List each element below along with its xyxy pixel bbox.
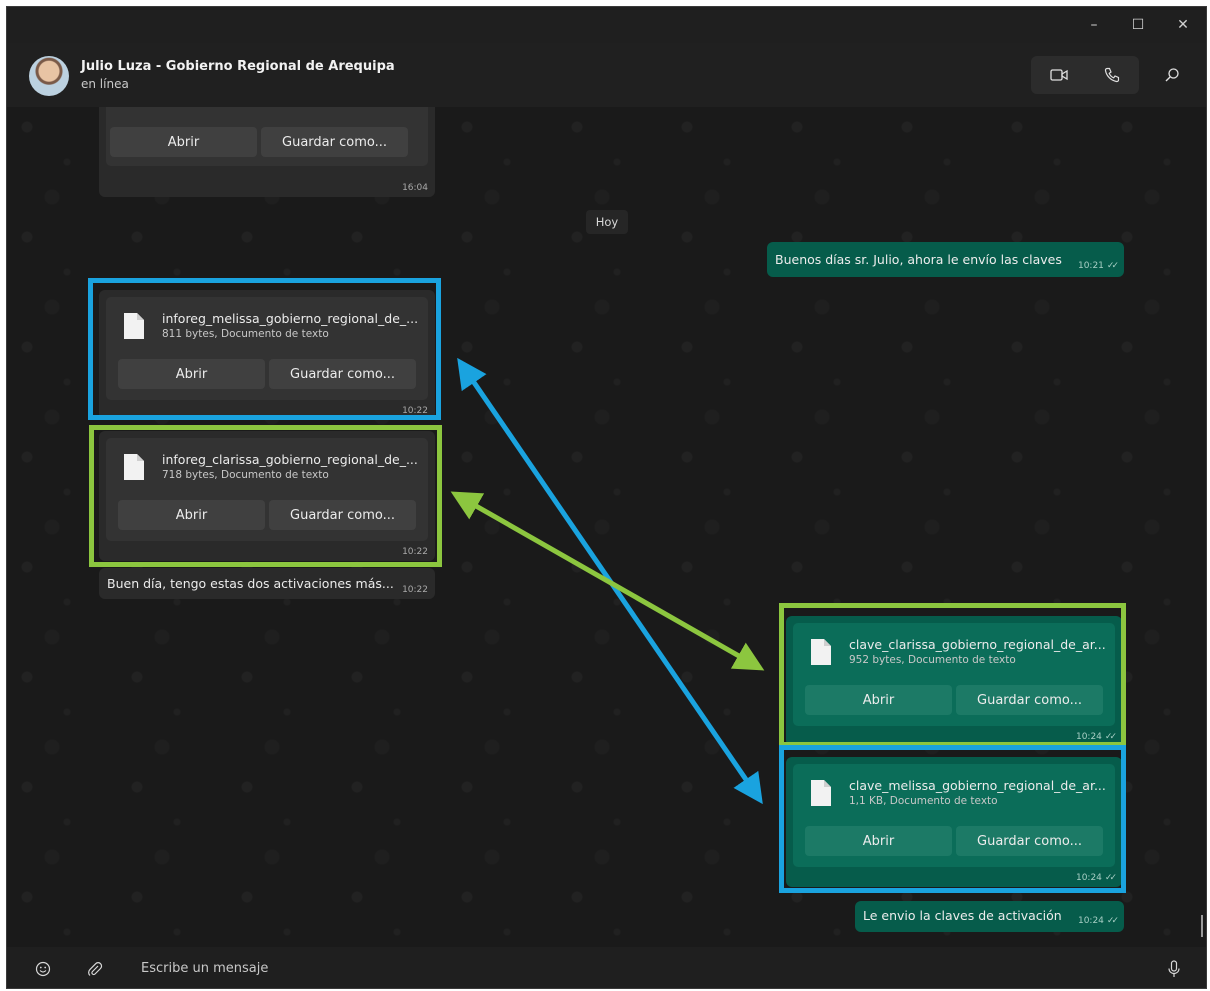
document-icon <box>124 313 144 339</box>
minimize-icon: – <box>1090 17 1098 33</box>
message-composer: Escribe un mensaje <box>7 947 1206 988</box>
message-text-incoming[interactable]: Buen día, tengo estas dos activaciones m… <box>99 568 435 599</box>
document-icon <box>811 639 831 665</box>
read-ticks-icon: ✓✓ <box>1106 261 1119 271</box>
microphone-button[interactable] <box>1163 958 1185 980</box>
save-as-button[interactable]: Guardar como... <box>956 685 1103 715</box>
file-meta: 811 bytes, Documento de texto <box>162 328 329 340</box>
message-time: 16:04 <box>402 183 428 193</box>
file-meta: 718 bytes, Documento de texto <box>162 469 329 481</box>
save-as-button[interactable]: Guardar como... <box>956 826 1103 856</box>
message-file-clave-clarissa[interactable]: clave_clarissa_gobierno_regional_de_ar..… <box>786 616 1122 746</box>
voice-call-icon <box>1104 67 1120 83</box>
emoji-button[interactable] <box>32 958 54 980</box>
file-box[interactable]: inforeg_clarissa_gobierno_regional_de_..… <box>106 438 428 541</box>
emoji-icon <box>35 961 51 977</box>
file-meta: 1,1 KB, Documento de texto <box>849 795 998 807</box>
message-greeting[interactable]: Buenos días sr. Julio, ahora le envío la… <box>767 242 1124 277</box>
title-bar: – ☐ ✕ <box>7 7 1206 43</box>
maximize-icon: ☐ <box>1131 17 1145 33</box>
day-badge: Hoy <box>586 210 628 234</box>
open-button[interactable]: Abrir <box>118 500 265 530</box>
message-text: Le envio la claves de activación <box>863 908 1062 923</box>
file-box[interactable]: clave_melissa_gobierno_regional_de_ar...… <box>793 764 1115 867</box>
message-time: 10:22 <box>402 585 428 595</box>
save-as-button[interactable]: Guardar como... <box>269 359 416 389</box>
attach-button[interactable] <box>84 958 106 980</box>
file-box: Abrir Guardar como... <box>106 107 428 166</box>
video-call-button[interactable] <box>1040 56 1078 94</box>
save-as-button[interactable]: Guardar como... <box>269 500 416 530</box>
file-meta: 952 bytes, Documento de texto <box>849 654 1016 666</box>
contact-name[interactable]: Julio Luza - Gobierno Regional de Arequi… <box>81 59 395 74</box>
search-button[interactable] <box>1153 56 1191 94</box>
message-time: 10:22 <box>402 547 428 557</box>
chat-messages-area[interactable]: Abrir Guardar como... 16:04 Hoy Buenos d… <box>7 107 1206 947</box>
maximize-button[interactable]: ☐ <box>1115 7 1161 43</box>
message-text-outgoing[interactable]: Le envio la claves de activación 10:24 ✓✓ <box>855 901 1124 932</box>
file-box[interactable]: inforeg_melissa_gobierno_regional_de_...… <box>106 297 428 400</box>
open-button[interactable]: Abrir <box>805 685 952 715</box>
read-ticks-icon: ✓✓ <box>1104 873 1117 883</box>
chat-header[interactable]: Julio Luza - Gobierno Regional de Arequi… <box>7 43 1206 107</box>
message-time: 10:21 ✓✓ <box>1077 261 1119 271</box>
message-time: 10:24 ✓✓ <box>1075 873 1117 883</box>
message-file-clave-melissa[interactable]: clave_melissa_gobierno_regional_de_ar...… <box>786 757 1122 887</box>
voice-call-button[interactable] <box>1093 56 1131 94</box>
message-file-inforeg-melissa[interactable]: inforeg_melissa_gobierno_regional_de_...… <box>99 290 435 420</box>
file-name: inforeg_clarissa_gobierno_regional_de_..… <box>162 452 418 467</box>
document-icon <box>811 780 831 806</box>
read-ticks-icon: ✓✓ <box>1106 916 1119 926</box>
search-icon <box>1165 68 1179 82</box>
close-icon: ✕ <box>1177 17 1189 33</box>
message-time: 10:24 ✓✓ <box>1075 732 1117 742</box>
message-time: 10:22 <box>402 406 428 416</box>
avatar[interactable] <box>29 56 69 96</box>
minimize-button[interactable]: – <box>1071 7 1117 43</box>
contact-status: en línea <box>81 77 129 91</box>
message-file-earlier: Abrir Guardar como... 16:04 <box>99 107 435 197</box>
open-button[interactable]: Abrir <box>805 826 952 856</box>
file-box[interactable]: clave_clarissa_gobierno_regional_de_ar..… <box>793 623 1115 726</box>
read-ticks-icon: ✓✓ <box>1104 732 1117 742</box>
message-time: 10:24 ✓✓ <box>1077 916 1119 926</box>
microphone-icon <box>1168 960 1180 977</box>
save-as-button[interactable]: Guardar como... <box>261 127 408 157</box>
message-file-inforeg-clarissa[interactable]: inforeg_clarissa_gobierno_regional_de_..… <box>99 431 435 561</box>
file-name: inforeg_melissa_gobierno_regional_de_... <box>162 311 419 326</box>
open-button[interactable]: Abrir <box>118 359 265 389</box>
scrollbar-thumb[interactable] <box>1201 915 1203 937</box>
document-icon <box>124 454 144 480</box>
message-input[interactable]: Escribe un mensaje <box>141 961 268 976</box>
attach-icon <box>88 962 103 976</box>
close-button[interactable]: ✕ <box>1160 7 1206 43</box>
message-text: Buen día, tengo estas dos activaciones m… <box>107 576 394 591</box>
video-call-icon <box>1050 69 1068 81</box>
message-text: Buenos días sr. Julio, ahora le envío la… <box>775 252 1062 267</box>
file-name: clave_melissa_gobierno_regional_de_ar... <box>849 778 1106 793</box>
file-name: clave_clarissa_gobierno_regional_de_ar..… <box>849 637 1106 652</box>
open-button[interactable]: Abrir <box>110 127 257 157</box>
app-window: – ☐ ✕ Julio Luza - Gobierno Regional de … <box>6 6 1207 989</box>
